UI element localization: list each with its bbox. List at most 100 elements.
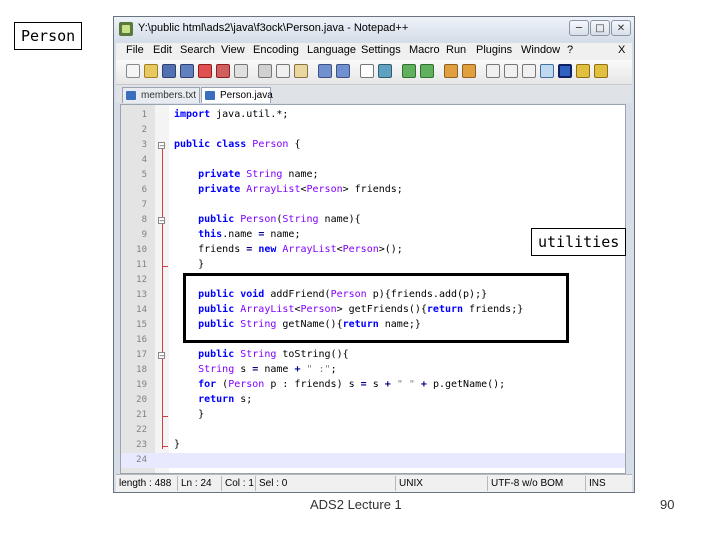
minimize-button[interactable]: ─ <box>569 20 589 36</box>
code-line[interactable]: 24 <box>121 453 625 468</box>
menu-settings[interactable]: Settings <box>361 44 401 56</box>
menu-plugins[interactable]: Plugins <box>476 44 512 56</box>
code-line[interactable]: 11 } <box>121 258 625 273</box>
menu-edit[interactable]: Edit <box>153 44 172 56</box>
fold-line <box>162 149 163 449</box>
line-number: 4 <box>141 155 147 165</box>
cut-icon[interactable] <box>258 64 272 78</box>
maximize-button[interactable]: □ <box>590 20 610 36</box>
tab-members-txt[interactable]: members.txt <box>122 87 200 103</box>
print-icon[interactable] <box>234 64 248 78</box>
save-icon[interactable] <box>162 64 176 78</box>
line-number: 20 <box>136 395 147 405</box>
record-macro-icon[interactable] <box>576 64 590 78</box>
code-text: import java.util.*; <box>174 109 289 120</box>
status-line: Ln : 24 <box>178 476 222 491</box>
code-text: } <box>174 259 205 270</box>
line-number: 19 <box>136 380 147 390</box>
line-number: 2 <box>141 125 147 135</box>
line-number: 1 <box>141 110 147 120</box>
line-number: 22 <box>136 425 147 435</box>
menu-close-doc[interactable]: X <box>618 44 625 56</box>
fold-end-mark <box>162 446 168 447</box>
close-all-icon[interactable] <box>216 64 230 78</box>
replace-icon[interactable] <box>378 64 392 78</box>
code-line[interactable]: 17 public String toString(){ <box>121 348 625 363</box>
zoom-out-icon[interactable] <box>420 64 434 78</box>
code-line[interactable]: 23} <box>121 438 625 453</box>
code-line[interactable]: 1 import java.util.*; <box>121 108 625 123</box>
code-line[interactable]: 8 public Person(String name){ <box>121 213 625 228</box>
menu-macro[interactable]: Macro <box>409 44 440 56</box>
find-icon[interactable] <box>360 64 374 78</box>
zoom-in-icon[interactable] <box>402 64 416 78</box>
indent-guide-icon[interactable] <box>522 64 536 78</box>
code-text: private ArrayList<Person> friends; <box>198 184 403 195</box>
code-line[interactable]: 7 <box>121 198 625 213</box>
menu-run[interactable]: Run <box>446 44 466 56</box>
code-line[interactable]: 4 <box>121 153 625 168</box>
tab-label: members.txt <box>141 90 197 101</box>
redo-icon[interactable] <box>336 64 350 78</box>
paste-icon[interactable] <box>294 64 308 78</box>
line-number: 12 <box>136 275 147 285</box>
code-line[interactable]: 3 public class Person { <box>121 138 625 153</box>
open-file-icon[interactable] <box>144 64 158 78</box>
close-button[interactable]: ✕ <box>611 20 631 36</box>
show-all-chars-icon[interactable] <box>504 64 518 78</box>
code-text: private String name; <box>198 169 319 180</box>
code-line[interactable]: 22 <box>121 423 625 438</box>
fold-end-mark <box>162 266 168 267</box>
menu-file[interactable]: File <box>126 44 144 56</box>
title-bar[interactable]: Y:\public html\ads2\java\f3ock\Person.ja… <box>114 17 634 42</box>
user-language-icon[interactable] <box>540 64 554 78</box>
menu-help[interactable]: ? <box>567 44 573 56</box>
close-file-icon[interactable] <box>198 64 212 78</box>
window-title: Y:\public html\ads2\java\f3ock\Person.ja… <box>138 22 409 34</box>
fold-toggle-icon[interactable]: − <box>158 142 165 150</box>
copy-icon[interactable] <box>276 64 290 78</box>
undo-icon[interactable] <box>318 64 332 78</box>
save-all-icon[interactable] <box>180 64 194 78</box>
fold-toggle-icon[interactable]: − <box>158 217 165 225</box>
code-text: for (Person p : friends) s = s + " " + p… <box>198 379 506 390</box>
status-eol: UNIX <box>396 476 488 491</box>
code-line[interactable]: 19 for (Person p : friends) s = s + " " … <box>121 378 625 393</box>
footer-title: ADS2 Lecture 1 <box>310 497 402 512</box>
line-number: 18 <box>136 365 147 375</box>
tab-bar: members.txt Person.java <box>116 85 632 103</box>
menu-bar: File Edit Search View Encoding Language … <box>116 43 632 60</box>
menu-view[interactable]: View <box>221 44 245 56</box>
tab-person-java[interactable]: Person.java <box>201 87 273 103</box>
menu-language[interactable]: Language <box>307 44 356 56</box>
code-line[interactable]: 6 private ArrayList<Person> friends; <box>121 183 625 198</box>
file-icon <box>205 91 215 100</box>
code-text: return s; <box>198 394 253 405</box>
menu-search[interactable]: Search <box>180 44 215 56</box>
line-number: 7 <box>141 200 147 210</box>
doc-map-icon[interactable] <box>558 64 572 78</box>
line-number: 17 <box>136 350 147 360</box>
sync-h-icon[interactable] <box>462 64 476 78</box>
code-line[interactable]: 21 } <box>121 408 625 423</box>
line-number: 23 <box>136 440 147 450</box>
status-bar: length : 488 Ln : 24 Col : 1 Sel : 0 UNI… <box>116 474 632 492</box>
new-file-icon[interactable] <box>126 64 140 78</box>
line-number: 8 <box>141 215 147 225</box>
code-line[interactable]: 5 private String name; <box>121 168 625 183</box>
fold-toggle-icon[interactable]: − <box>158 352 165 360</box>
code-text: public String toString(){ <box>198 349 349 360</box>
play-macro-icon[interactable] <box>594 64 608 78</box>
person-label: Person <box>14 22 83 50</box>
menu-encoding[interactable]: Encoding <box>253 44 299 56</box>
line-number: 14 <box>136 305 147 315</box>
line-number: 13 <box>136 290 147 300</box>
utilities-highlight-box <box>183 273 569 343</box>
line-number: 11 <box>136 260 147 270</box>
code-line[interactable]: 20 return s; <box>121 393 625 408</box>
code-line[interactable]: 18 String s = name + " :"; <box>121 363 625 378</box>
code-line[interactable]: 2 <box>121 123 625 138</box>
word-wrap-icon[interactable] <box>486 64 500 78</box>
menu-window[interactable]: Window <box>521 44 560 56</box>
sync-v-icon[interactable] <box>444 64 458 78</box>
